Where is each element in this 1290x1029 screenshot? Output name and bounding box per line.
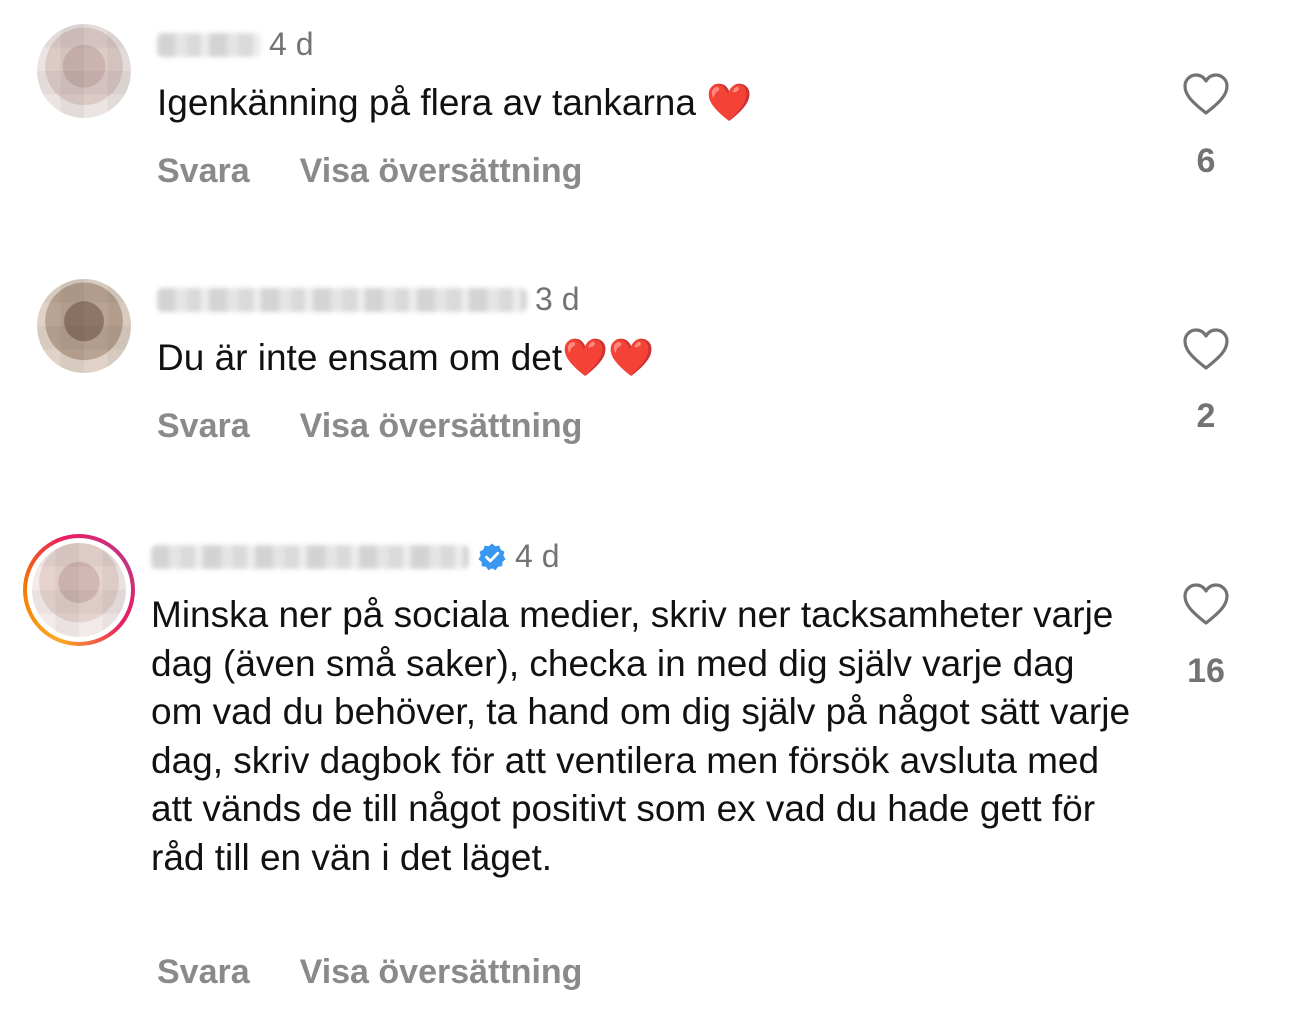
reply-button[interactable]: Svara — [157, 953, 250, 992]
timestamp: 3 d — [535, 281, 580, 317]
like-count: 2 — [1196, 397, 1216, 435]
like-column: 16 — [1176, 582, 1236, 691]
like-column: 2 — [1176, 327, 1236, 436]
comment-text: Minska ner på sociala medier, skriv ner … — [151, 594, 1141, 878]
like-column: 6 — [1176, 72, 1236, 181]
comment-actions: Svara Visa översättning — [157, 953, 582, 992]
verified-badge-icon — [478, 543, 506, 570]
comment-text: Igenkänning på flera av tankarna ❤️ — [157, 82, 753, 123]
comment-actions: Svara Visa översättning — [157, 152, 582, 191]
username[interactable] — [151, 544, 469, 569]
timestamp: 4 d — [269, 26, 314, 62]
comment-header: 4 d — [157, 26, 313, 63]
reply-button[interactable]: Svara — [157, 407, 250, 446]
avatar[interactable] — [32, 543, 126, 637]
username[interactable] — [157, 32, 261, 57]
like-count: 6 — [1196, 142, 1216, 180]
reply-button[interactable]: Svara — [157, 152, 250, 191]
timestamp: 4 d — [515, 538, 560, 574]
see-translation-button[interactable]: Visa översättning — [300, 407, 583, 446]
avatar[interactable] — [37, 279, 131, 373]
like-count: 16 — [1187, 652, 1225, 690]
comment-header: 3 d — [157, 281, 579, 318]
heart-outline-icon[interactable] — [1181, 327, 1231, 371]
see-translation-button[interactable]: Visa översättning — [300, 152, 583, 191]
heart-outline-icon[interactable] — [1181, 72, 1231, 116]
comment-header: 4 d — [151, 538, 559, 575]
comment-actions: Svara Visa översättning — [157, 407, 582, 446]
heart-outline-icon[interactable] — [1181, 582, 1231, 626]
avatar[interactable] — [37, 24, 131, 118]
see-translation-button[interactable]: Visa översättning — [300, 953, 583, 992]
comment-text: Du är inte ensam om det❤️❤️ — [157, 337, 655, 378]
username[interactable] — [157, 287, 527, 312]
